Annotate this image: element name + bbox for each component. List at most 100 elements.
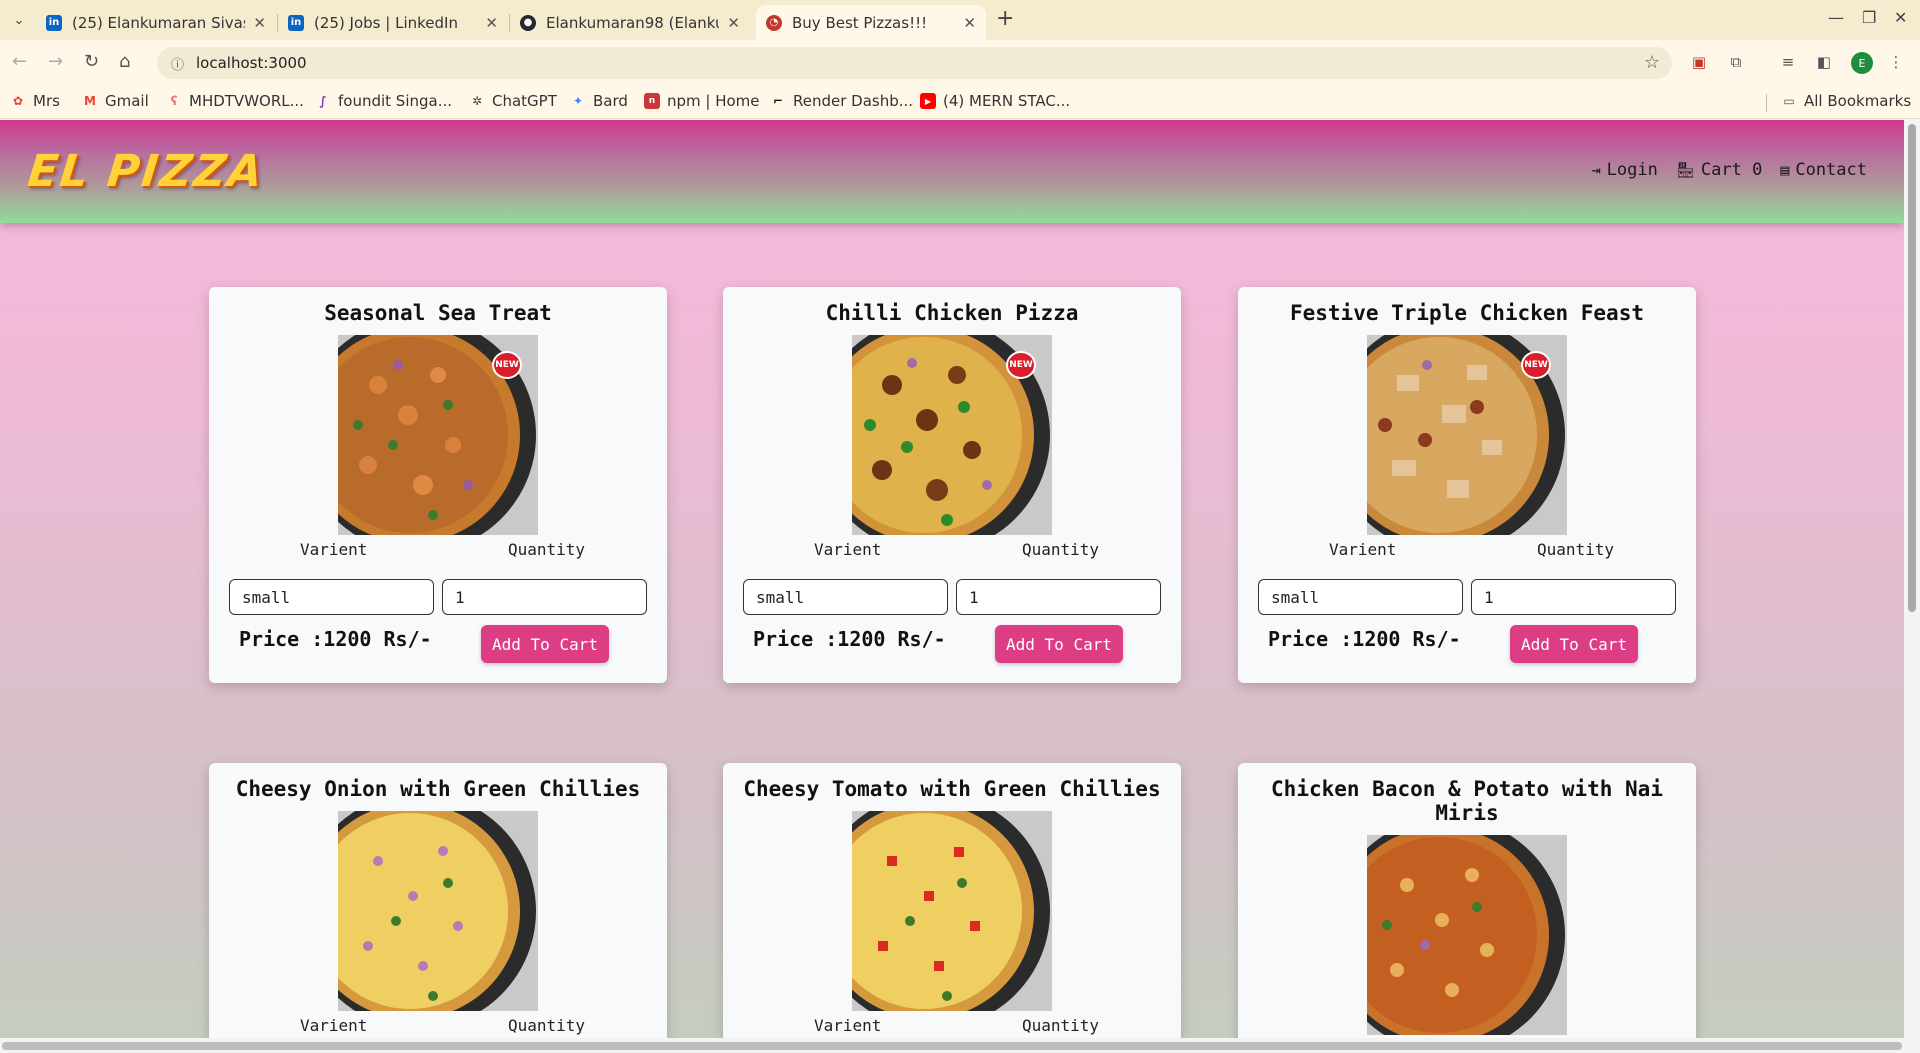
linkedin-icon: in bbox=[288, 14, 304, 31]
bookmark-gmail[interactable]: M Gmail bbox=[82, 92, 149, 110]
all-bookmarks-label: All Bookmarks bbox=[1804, 92, 1912, 110]
github-icon: ● bbox=[520, 14, 536, 31]
new-badge: NEW bbox=[1006, 351, 1036, 379]
variant-label: Varient bbox=[814, 1016, 882, 1035]
profile-avatar[interactable]: E bbox=[1851, 52, 1873, 74]
bookmark-foundit[interactable]: ∫ foundit Singa... bbox=[315, 92, 452, 110]
horizontal-scrollbar[interactable] bbox=[0, 1038, 1920, 1053]
bookmark-label: Mrs bbox=[33, 92, 60, 110]
quantity-label: Quantity bbox=[1537, 540, 1615, 559]
pizza-name: Chilli Chicken Pizza bbox=[825, 301, 1079, 325]
media-control-icon[interactable]: ≡ bbox=[1778, 52, 1798, 72]
extension-icon[interactable]: ▣ bbox=[1689, 52, 1709, 72]
menu-icon[interactable]: ⋮ bbox=[1886, 52, 1906, 72]
pizza-image bbox=[1367, 835, 1567, 1035]
nav-login-label: Login bbox=[1606, 160, 1658, 180]
site-info-icon[interactable]: ⓘ bbox=[171, 54, 184, 73]
minimize-icon[interactable]: — bbox=[1828, 8, 1844, 27]
pizza-name: Festive Triple Chicken Feast bbox=[1289, 301, 1644, 325]
price-text: Price :1200 Rs/- bbox=[239, 627, 432, 651]
close-window-icon[interactable]: ✕ bbox=[1894, 8, 1907, 27]
all-bookmarks[interactable]: ▭ All Bookmarks bbox=[1781, 92, 1911, 110]
home-icon[interactable]: ⌂ bbox=[119, 51, 130, 72]
bookmark-mrs[interactable]: ✿ Mrs bbox=[10, 92, 60, 110]
bookmark-render[interactable]: ⌐ Render Dashb... bbox=[770, 92, 913, 110]
nav-contact-label: Contact bbox=[1795, 160, 1867, 180]
site-navbar: EL PIZZA ⇥ Login 🏪︎ Cart 0 ▤ Contact bbox=[0, 120, 1904, 223]
bookmark-icon: ʕ bbox=[170, 94, 178, 108]
restore-icon[interactable]: ❐ bbox=[1862, 8, 1876, 27]
nav-login[interactable]: ⇥ Login bbox=[1592, 160, 1658, 180]
npm-icon: n bbox=[644, 93, 660, 109]
pizza-card: Festive Triple Chicken Feast NEW Varient… bbox=[1238, 287, 1696, 683]
quantity-select[interactable]: 1 bbox=[442, 579, 647, 615]
browser-tab-bar: ⌄ in (25) Elankumaran Sivasu ✕ in (25) J… bbox=[0, 0, 1920, 40]
bookmark-npm[interactable]: n npm | Home bbox=[644, 92, 760, 110]
pizza-name: Cheesy Tomato with Green Chillies bbox=[743, 777, 1161, 801]
bookmark-star-icon[interactable]: ☆ bbox=[1644, 52, 1660, 73]
bookmark-label: (4) MERN STAC... bbox=[943, 92, 1071, 110]
tab-github[interactable]: ● Elankumaran98 (Elanku ✕ bbox=[510, 5, 750, 40]
close-icon[interactable]: ✕ bbox=[963, 14, 976, 32]
reload-icon[interactable]: ↻ bbox=[84, 51, 99, 72]
pizza-image: NEW bbox=[852, 335, 1052, 535]
add-to-cart-button[interactable]: Add To Cart bbox=[1510, 625, 1638, 663]
url-text: localhost:3000 bbox=[196, 54, 307, 72]
quantity-select[interactable]: 1 bbox=[956, 579, 1161, 615]
brand-logo[interactable]: EL PIZZA bbox=[25, 146, 266, 197]
variant-select[interactable]: small bbox=[1258, 579, 1463, 615]
add-to-cart-button[interactable]: Add To Cart bbox=[995, 625, 1123, 663]
bard-icon: ✦ bbox=[572, 94, 584, 108]
gmail-icon: M bbox=[84, 94, 96, 108]
quantity-label: Quantity bbox=[508, 540, 586, 559]
back-icon[interactable]: ← bbox=[12, 51, 27, 72]
bookmark-chatgpt[interactable]: ✲ ChatGPT bbox=[469, 92, 557, 110]
extensions-puzzle-icon[interactable]: ⧉ bbox=[1726, 52, 1746, 72]
close-icon[interactable]: ✕ bbox=[727, 14, 740, 32]
scrollbar-thumb[interactable] bbox=[2, 1042, 1902, 1050]
pizza-card: Chilli Chicken Pizza NEW Varient Quantit… bbox=[723, 287, 1181, 683]
scrollbar-thumb[interactable] bbox=[1908, 124, 1916, 612]
tab-linkedin-profile[interactable]: in (25) Elankumaran Sivasu ✕ bbox=[36, 5, 276, 40]
bookmark-label: Bard bbox=[593, 92, 628, 110]
nav-cart[interactable]: 🏪︎ Cart 0 bbox=[1676, 160, 1762, 180]
pizza-card: Seasonal Sea Treat NEW Varient Quantity … bbox=[209, 287, 667, 683]
close-icon[interactable]: ✕ bbox=[253, 14, 266, 32]
side-panel-icon[interactable]: ◧ bbox=[1814, 52, 1834, 72]
pizza-name: Cheesy Onion with Green Chillies bbox=[235, 777, 641, 801]
new-tab-icon[interactable]: + bbox=[996, 6, 1014, 31]
bookmarks-bar: ✿ Mrs M Gmail ʕ MHDTVWORL... ∫ foundit S… bbox=[0, 86, 1920, 119]
bookmark-mhdtvworld[interactable]: ʕ MHDTVWORL... bbox=[166, 92, 304, 110]
variant-label: Varient bbox=[300, 540, 368, 559]
bookmark-mern-stack[interactable]: ▶ (4) MERN STAC... bbox=[920, 92, 1070, 110]
google-photos-icon: ✿ bbox=[12, 94, 24, 108]
bookmark-bard[interactable]: ✦ Bard bbox=[570, 92, 628, 110]
bookmarks-divider bbox=[1766, 94, 1767, 112]
foundit-icon: ∫ bbox=[319, 94, 327, 108]
forward-icon[interactable]: → bbox=[48, 51, 63, 72]
nav-cart-label: Cart 0 bbox=[1700, 160, 1763, 180]
new-badge: NEW bbox=[1521, 351, 1551, 379]
vertical-scrollbar[interactable] bbox=[1904, 120, 1920, 1038]
nav-contact[interactable]: ▤ Contact bbox=[1780, 160, 1867, 180]
bookmark-label: Render Dashb... bbox=[793, 92, 914, 110]
variant-select[interactable]: small bbox=[229, 579, 434, 615]
tab-linkedin-jobs[interactable]: in (25) Jobs | LinkedIn ✕ bbox=[278, 5, 508, 40]
tab-search-icon[interactable]: ⌄ bbox=[6, 8, 32, 32]
store-icon: 🏪︎ bbox=[1675, 161, 1695, 179]
add-to-cart-button[interactable]: Add To Cart bbox=[481, 625, 609, 663]
pizza-image bbox=[852, 811, 1052, 1011]
tab-pizza-active[interactable]: ◔ Buy Best Pizzas!!! ✕ bbox=[756, 5, 986, 40]
close-icon[interactable]: ✕ bbox=[485, 14, 498, 32]
address-bar[interactable]: ⓘ localhost:3000 ☆ bbox=[157, 47, 1672, 79]
quantity-label: Quantity bbox=[1022, 540, 1100, 559]
price-text: Price :1200 Rs/- bbox=[1268, 627, 1461, 651]
folder-icon: ▭ bbox=[1783, 94, 1795, 108]
quantity-select[interactable]: 1 bbox=[1471, 579, 1676, 615]
variant-select[interactable]: small bbox=[743, 579, 948, 615]
variant-label: Varient bbox=[814, 540, 882, 559]
linkedin-icon: in bbox=[46, 14, 62, 31]
contact-icon: ▤ bbox=[1780, 161, 1790, 179]
new-badge: NEW bbox=[492, 351, 522, 379]
pizza-card: Cheesy Onion with Green Chillies Varient… bbox=[209, 763, 667, 1038]
